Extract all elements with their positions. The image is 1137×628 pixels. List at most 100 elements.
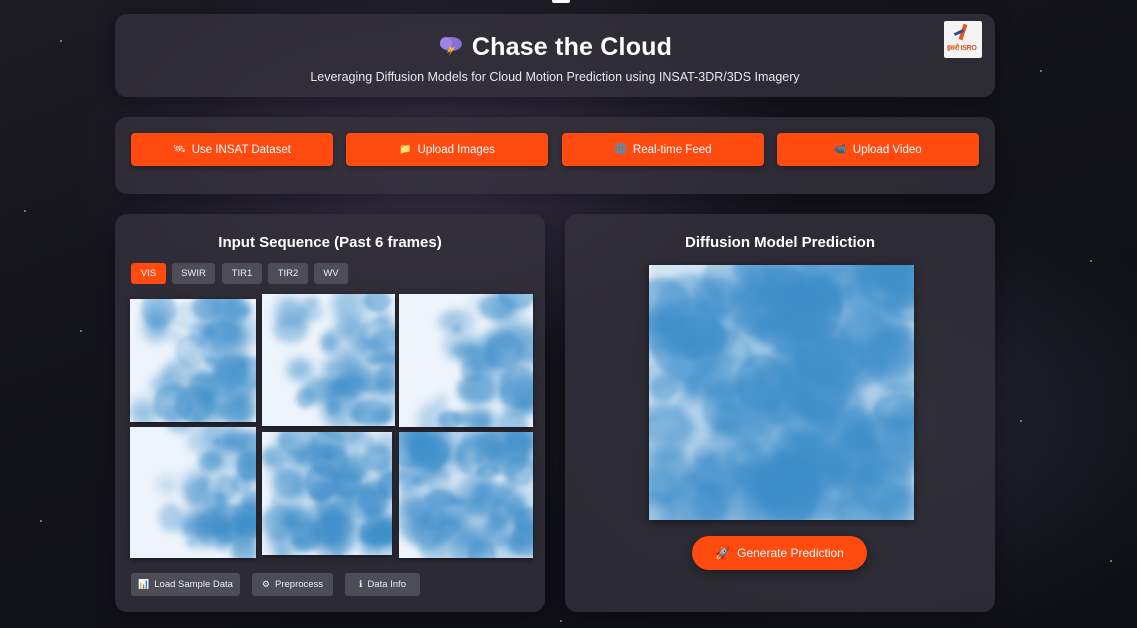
cloud-blob (244, 541, 252, 549)
cloud-blob (682, 300, 741, 354)
cloud-blob (171, 331, 182, 340)
cloud-blob (460, 517, 492, 544)
cloud-blob (470, 334, 497, 360)
actions-panel: 🛰 Use INSAT Dataset 📁 Upload Images 🌐 Re… (115, 117, 995, 194)
prediction-image (649, 265, 914, 520)
star (560, 620, 562, 622)
cloud-blob (291, 535, 314, 549)
tab-tir2[interactable]: TIR2 (268, 263, 308, 284)
cloud-blob (419, 441, 429, 451)
button-label: Load Sample Data (154, 579, 233, 590)
cloud-blob (373, 528, 392, 544)
star (1090, 260, 1092, 262)
cloud-blob (473, 455, 486, 464)
video-icon: 📹 (834, 144, 847, 155)
cloud-blob (158, 502, 183, 532)
cloud-blob (181, 523, 194, 534)
star (1110, 560, 1112, 562)
cloud-blob (232, 502, 256, 532)
cloud-blob (454, 453, 467, 464)
cloud-blob (187, 494, 204, 507)
cloud-blob (200, 475, 207, 481)
cloud-blob (472, 414, 492, 427)
use-insat-dataset-button[interactable]: 🛰 Use INSAT Dataset (131, 133, 333, 166)
cloud-blob (498, 356, 518, 376)
cloud-blob (143, 310, 170, 341)
page-subtitle: Leveraging Diffusion Models for Cloud Mo… (310, 70, 800, 84)
cloud-blob (326, 376, 357, 409)
input-panel-title: Input Sequence (Past 6 frames) (218, 234, 442, 251)
cloud-blob (130, 402, 160, 422)
cloud-blob (762, 427, 806, 459)
input-frame-1 (130, 299, 256, 422)
input-sequence-panel: Input Sequence (Past 6 frames) VIS SWIR … (115, 214, 545, 612)
prediction-panel-title: Diffusion Model Prediction (685, 234, 875, 251)
input-frame-3 (399, 294, 533, 427)
cloud-blob (247, 400, 255, 408)
header-panel: Chase the Cloud Leveraging Diffusion Mod… (115, 14, 995, 97)
page-title: Chase the Cloud (115, 33, 995, 62)
star (1040, 70, 1042, 72)
star (24, 210, 26, 212)
button-label: Upload Video (852, 143, 922, 156)
tab-vis[interactable]: VIS (131, 263, 166, 284)
cloud-blob (299, 304, 324, 321)
storm-cloud-icon (438, 34, 464, 62)
cloud-blob (519, 399, 533, 413)
real-time-feed-button[interactable]: 🌐 Real-time Feed (562, 133, 764, 166)
cloud-blob (442, 308, 477, 334)
preprocess-button[interactable]: ⚙ Preprocess (252, 573, 333, 596)
tab-tir1[interactable]: TIR1 (222, 263, 262, 284)
cloud-blob (249, 318, 256, 328)
cloud-blob (818, 280, 841, 306)
button-label: Real-time Feed (632, 143, 712, 156)
cloud-blob (353, 333, 382, 363)
logo-text: इसरो ISRO (947, 45, 977, 52)
prediction-panel: Diffusion Model Prediction 🚀 Generate Pr… (565, 214, 995, 612)
folder-icon: 📁 (399, 144, 412, 155)
star (1020, 420, 1022, 422)
upload-images-button[interactable]: 📁 Upload Images (346, 133, 548, 166)
button-label: Data Info (367, 579, 406, 590)
cloud-blob (284, 449, 306, 465)
cloud-blob (296, 388, 315, 409)
cloud-blob (230, 399, 243, 410)
cloud-blob (187, 430, 215, 455)
rocket-icon: 🚀 (715, 546, 731, 560)
cloud-blob (211, 517, 230, 537)
cloud-blob (819, 334, 887, 390)
cloud-blob (373, 380, 387, 391)
data-info-button[interactable]: ℹ Data Info (345, 573, 420, 596)
button-label: Preprocess (275, 579, 324, 590)
cloud-blob (460, 357, 482, 383)
tab-wv[interactable]: WV (314, 263, 348, 284)
input-frame-5 (262, 432, 392, 555)
satellite-icon: 🛰 (173, 144, 186, 155)
cloud-blob (219, 435, 239, 448)
button-label: Use INSAT Dataset (191, 143, 291, 156)
generate-prediction-button[interactable]: 🚀 Generate Prediction (692, 536, 867, 570)
star (60, 40, 62, 42)
cloud-blob (649, 452, 695, 504)
load-sample-data-button[interactable]: 📊 Load Sample Data (131, 573, 240, 596)
cloud-blob (186, 427, 195, 431)
window-notch (552, 0, 570, 3)
tab-swir[interactable]: SWIR (172, 263, 215, 284)
upload-video-button[interactable]: 📹 Upload Video (777, 133, 979, 166)
cloud-blob (440, 552, 448, 558)
cloud-blob (468, 294, 484, 310)
gear-icon: ⚙ (261, 579, 270, 589)
cloud-blob (362, 444, 392, 473)
cloud-blob (840, 406, 875, 444)
cloud-blob (711, 287, 725, 297)
cloud-blob (458, 473, 494, 509)
cloud-blob (401, 474, 439, 519)
cloud-blob (514, 322, 533, 343)
cloud-blob (322, 360, 338, 376)
button-label: Generate Prediction (737, 546, 844, 560)
cloud-blob (149, 374, 184, 397)
cloud-blob (688, 383, 702, 395)
input-frame-6 (399, 432, 533, 558)
button-label: Upload Images (417, 143, 495, 156)
cloud-blob (168, 357, 192, 375)
